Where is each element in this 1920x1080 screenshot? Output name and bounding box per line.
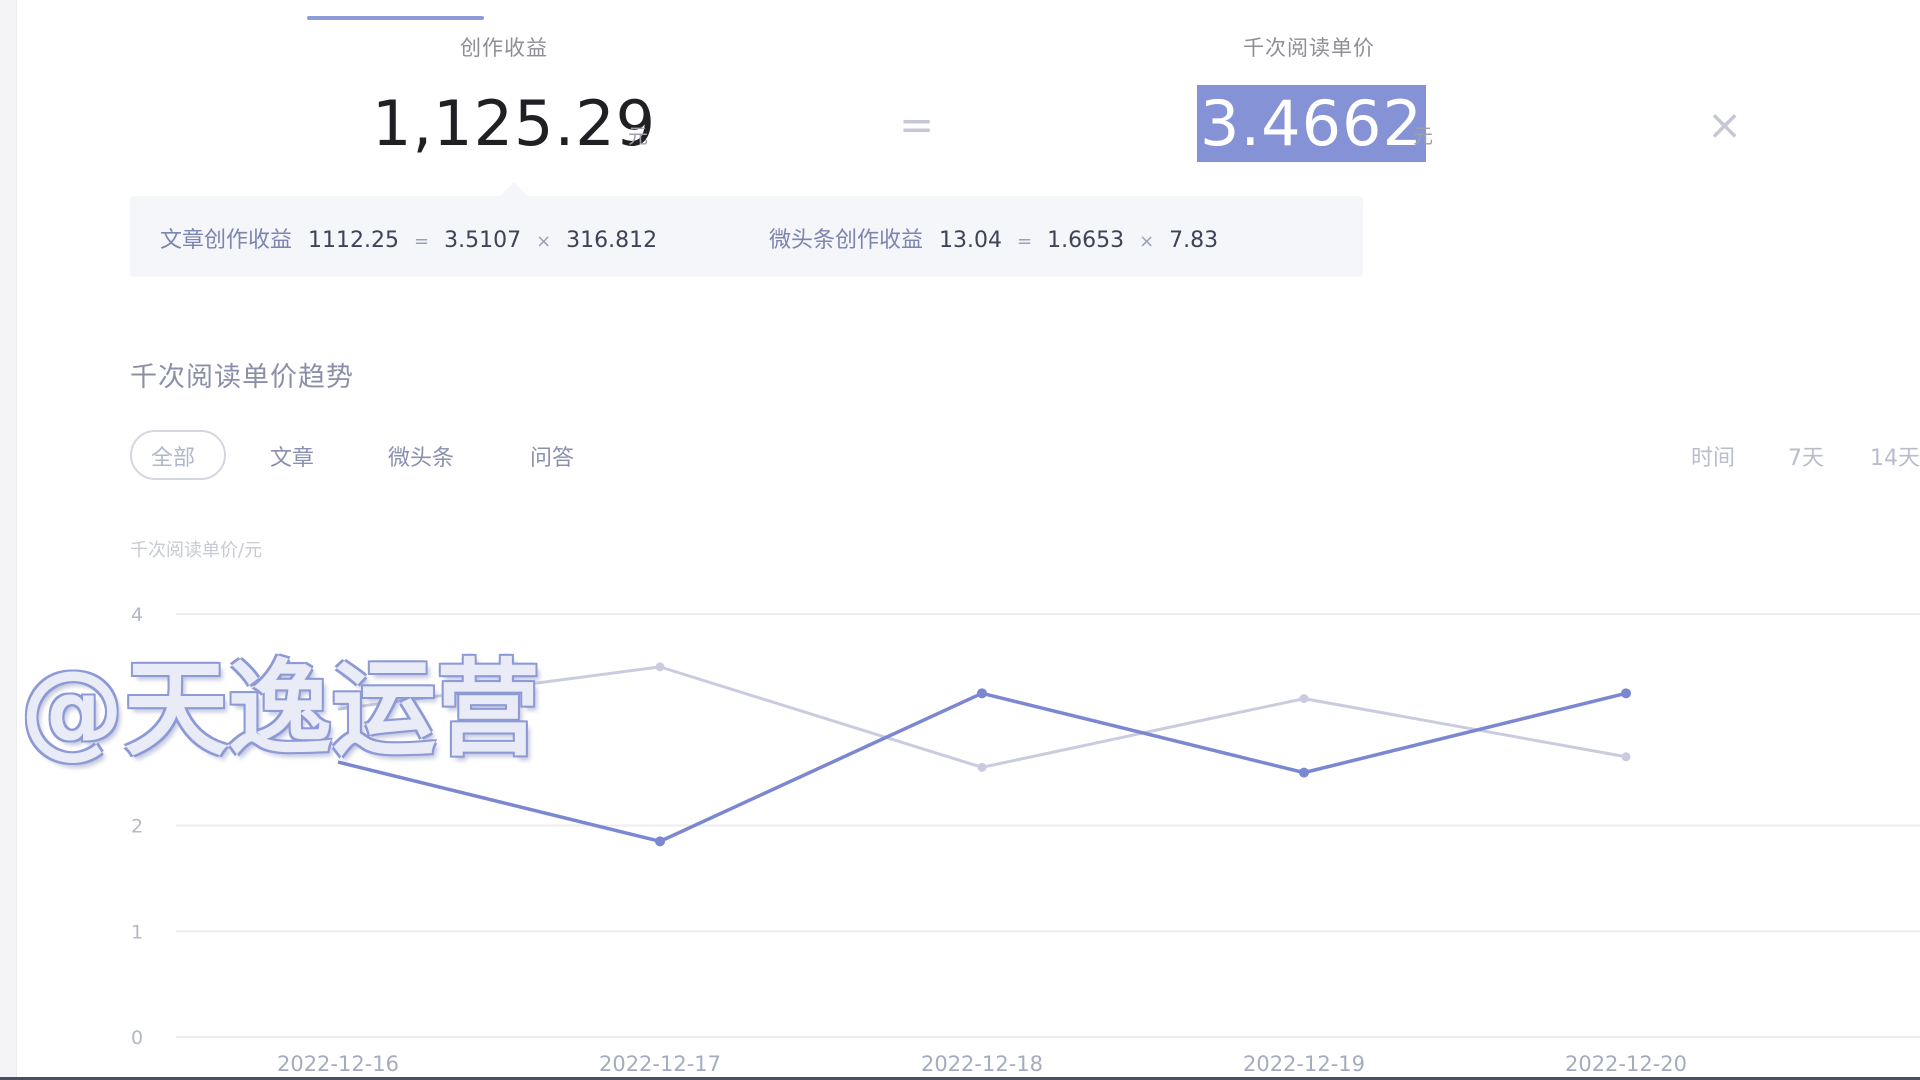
formula-label: 微头条创作收益 xyxy=(769,228,924,253)
formula-total: 13.04 xyxy=(939,228,1002,253)
time-range-label: 时间 xyxy=(1691,446,1736,471)
y-tick-label: 4 xyxy=(131,604,143,626)
data-point xyxy=(655,836,665,847)
x-tick-label: 2022-12-17 xyxy=(599,1052,721,1076)
x-tick-label: 2022-12-19 xyxy=(1243,1052,1365,1076)
x-tick-label: 2022-12-18 xyxy=(921,1052,1043,1076)
range-7d-button[interactable]: 7天 xyxy=(1788,440,1824,472)
filter-microhead-tab[interactable]: 微头条 xyxy=(388,440,454,472)
formula-price: 3.5107 xyxy=(444,228,522,253)
data-point xyxy=(1299,694,1309,704)
data-point xyxy=(655,662,665,672)
y-axis-label: 千次阅读单价/元 xyxy=(130,540,263,561)
earnings-value: 1,125.29 xyxy=(372,87,657,160)
data-point xyxy=(1299,767,1309,778)
formula-reads: 7.83 xyxy=(1169,228,1219,253)
x-tick-label: 2022-12-20 xyxy=(1565,1052,1687,1076)
watermark-text: @天逸运营 xyxy=(20,648,541,770)
formula-mul: × xyxy=(536,231,552,252)
formula-microhead: 微头条创作收益 13.04 = 1.6653 × 7.83 xyxy=(769,222,1218,254)
active-tab-indicator xyxy=(307,16,484,20)
formula-total: 1112.25 xyxy=(308,228,399,253)
y-tick-label: 1 xyxy=(131,921,143,943)
formula-reads: 316.812 xyxy=(566,228,658,253)
formula-article: 文章创作收益 1112.25 = 3.5107 × 316.812 xyxy=(160,222,657,254)
filter-qa-tab[interactable]: 问答 xyxy=(530,440,574,472)
formula-eq: = xyxy=(1017,231,1033,252)
y-tick-label: 0 xyxy=(131,1027,143,1049)
filter-article-tab[interactable]: 文章 xyxy=(270,440,314,472)
multiply-sign: × xyxy=(1707,100,1743,149)
y-tick-label: 2 xyxy=(131,816,143,838)
formula-price: 1.6653 xyxy=(1047,228,1125,253)
equals-sign: = xyxy=(899,100,935,149)
filter-all-label[interactable]: 全部 xyxy=(151,440,195,472)
rpm-value: 3.4662 xyxy=(1197,85,1426,162)
formula-mul: × xyxy=(1139,231,1155,252)
data-point xyxy=(1621,752,1631,762)
earnings-unit: 元 xyxy=(628,124,648,148)
rpm-label: 千次阅读单价 xyxy=(1243,36,1375,60)
data-point xyxy=(977,762,987,772)
rpm-unit: 元 xyxy=(1413,124,1433,148)
trend-title: 千次阅读单价趋势 xyxy=(130,362,354,393)
range-14d-button[interactable]: 14天 xyxy=(1870,440,1920,472)
x-tick-label: 2022-12-16 xyxy=(277,1052,399,1076)
data-point xyxy=(1621,688,1631,699)
earnings-label: 创作收益 xyxy=(460,36,548,60)
formula-pointer xyxy=(500,182,528,196)
formula-label: 文章创作收益 xyxy=(160,228,293,253)
data-point xyxy=(977,688,987,699)
rpm-value-text: 3.4662 xyxy=(1197,85,1426,162)
formula-eq: = xyxy=(414,231,430,252)
